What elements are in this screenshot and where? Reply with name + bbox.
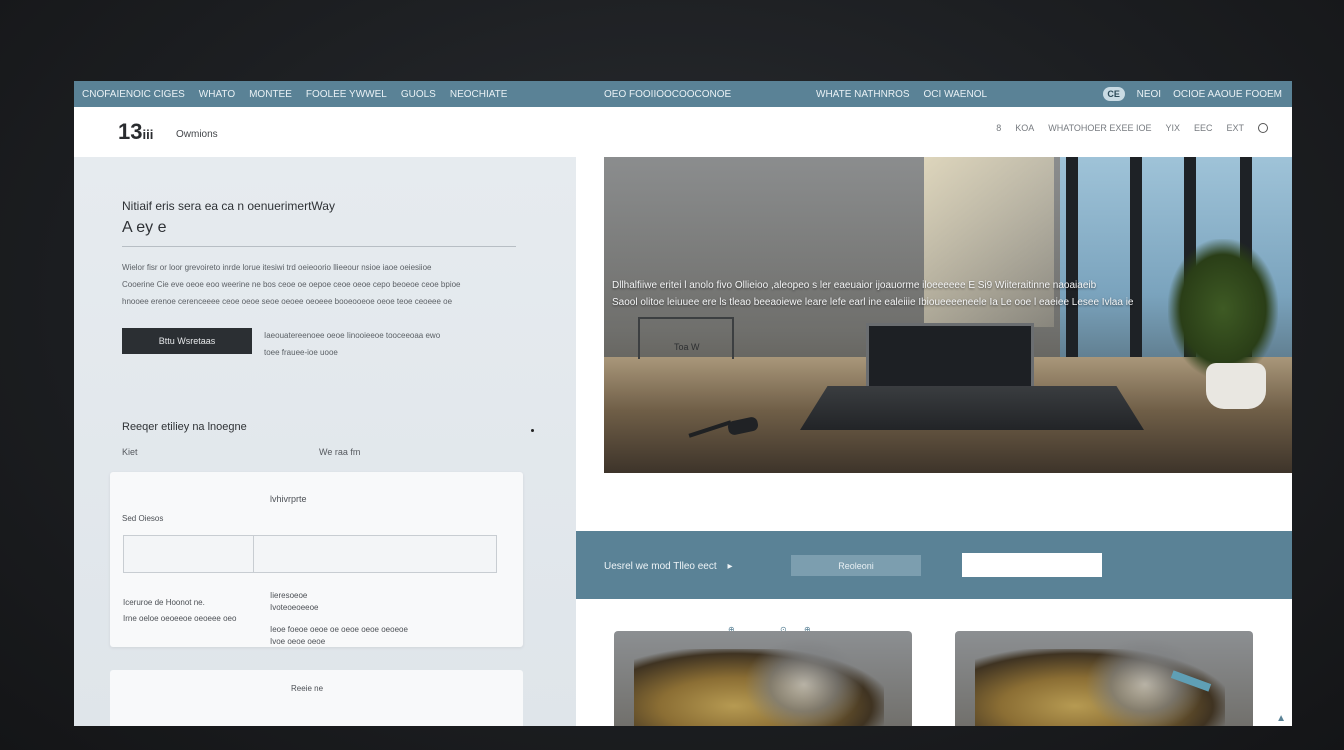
note-line: toee frauee-ioe uooe — [264, 348, 338, 357]
hero-caption: Dllhalfiiwe eritei l anolo fivo Ollieioo… — [612, 277, 1284, 311]
keyboard-icon — [800, 386, 1144, 430]
topbar-link[interactable]: OCIOE AAOUE FOOEM — [1173, 89, 1282, 100]
form-title: lvhivrprte — [270, 494, 307, 504]
cta-input[interactable] — [962, 553, 1102, 577]
paragraph-line: hnooee erenoe cerenceeee ceoe oeoe seoe … — [122, 297, 453, 306]
info-line: Ieoe foeoe oeoe oe oeoe oeoe oeoeoe — [270, 625, 408, 634]
section-label-right[interactable]: We raa fm — [319, 447, 360, 457]
cta-band: Uesrel we mod Tlleo eect ▸ Reoleoni — [576, 531, 1292, 599]
secondary-card-label[interactable]: Reeie ne — [291, 684, 323, 693]
window-frame — [1066, 157, 1078, 387]
logo[interactable]: 13iii — [118, 119, 153, 145]
cta-label: Uesrel we mod Tlleo eect — [604, 561, 717, 572]
logo-number: 13 — [118, 119, 143, 144]
topbar-link[interactable]: FOOLEE YWWEL — [306, 89, 387, 100]
topbar-mid-links: WHATE NATHNROS OCI WAENOL — [816, 89, 987, 100]
panel-heading: Nitiaif eris sera ea ca n oenuerimertWay — [122, 199, 335, 213]
sculpture-highlight — [744, 637, 864, 726]
chair-icon — [638, 317, 734, 359]
topbar-link[interactable]: WHATE NATHNROS — [816, 89, 910, 100]
top-navigation-bar: CNOFAIENOIC CIGES WHATO MONTEE FOOLEE YW… — [74, 81, 1292, 107]
left-content-panel: Nitiaif eris sera ea ca n oenuerimertWay… — [74, 157, 576, 726]
topbar-link[interactable]: NEOCHIATE — [450, 89, 508, 100]
panel-subheading: A ey e — [122, 219, 167, 236]
header-nav-item[interactable]: KOA — [1015, 123, 1034, 133]
caption-line: Saool olitoe leiuuee ere ls tleao beeaoi… — [612, 297, 1134, 308]
topbar-left-links: CNOFAIENOIC CIGES WHATO MONTEE FOOLEE YW… — [82, 89, 507, 100]
info-line: Ivoteoeoeeoe — [270, 603, 319, 612]
topbar-badge[interactable]: CE — [1102, 87, 1125, 101]
topbar-link[interactable]: NEOI — [1137, 89, 1161, 100]
note-line: Iaeouatereenoee oeoe Iinooieeoe tooceeoa… — [264, 331, 441, 340]
scroll-up-icon[interactable]: ▲ — [1276, 713, 1286, 724]
arrow-right-icon: ▸ — [727, 561, 733, 572]
secondary-card: Reeie ne — [110, 670, 523, 726]
hero-image: Toa W Dllhalfiiwe eritei l anolo fivo Ol… — [604, 157, 1292, 473]
info-line: Iieresoeoe — [270, 591, 308, 600]
info-line: Ivoe oeoe oeoe — [270, 637, 326, 646]
caption-line: Dllhalfiiwe eritei l anolo fivo Ollieioo… — [612, 280, 1097, 291]
topbar-link[interactable]: MONTEE — [249, 89, 292, 100]
site-header: 13iii Owmions 8 KOA WHATOHOER EXEE IOE Y… — [74, 107, 1292, 158]
topbar-center-text: OEO FOOIIOOCOOCONOE — [604, 88, 732, 100]
logo-text: Owmions — [176, 129, 218, 140]
header-nav-item[interactable]: EEC — [1194, 123, 1213, 133]
cta-button[interactable]: Reoleoni — [791, 555, 921, 576]
first-field[interactable] — [124, 536, 254, 572]
form-card: lvhivrprte Sed Oiesos Iceruroe de Hoonot… — [110, 472, 523, 647]
info-line: Irne oeloe oeoeeoe oeoeee oeo — [123, 614, 237, 623]
header-nav-item[interactable]: EXT — [1226, 123, 1244, 133]
form-info-left: Iceruroe de Hoonot ne. Irne oeloe oeoeeo… — [123, 595, 236, 627]
window-frame — [1130, 157, 1142, 387]
header-nav: 8 KOA WHATOHOER EXEE IOE YIX EEC EXT — [996, 123, 1268, 133]
second-field[interactable] — [254, 536, 496, 572]
divider — [122, 246, 516, 247]
info-line: Iceruroe de Hoonot ne. — [123, 598, 205, 607]
topbar-link[interactable]: CNOFAIENOIC CIGES — [82, 89, 185, 100]
paragraph-line: Wielor fisr or loor grevoireto inrde lor… — [122, 263, 432, 272]
header-nav-item[interactable]: WHATOHOER EXEE IOE — [1048, 123, 1151, 133]
section-label-left: Kiet — [122, 447, 138, 457]
form-info-right: Iieresoeoe Ivoteoeoeeoe Ieoe foeoe oeoe … — [270, 590, 408, 648]
topbar-link[interactable]: GUOLS — [401, 89, 436, 100]
section-title: Reeqer etiliey na lnoegne — [122, 421, 247, 433]
cta-text: Uesrel we mod Tlleo eect ▸ — [604, 561, 732, 572]
form-input-row — [123, 535, 497, 573]
search-icon[interactable] — [1258, 123, 1268, 133]
header-nav-item[interactable]: 8 — [996, 123, 1001, 133]
form-label: Sed Oiesos — [122, 514, 164, 523]
pot-icon — [1206, 363, 1266, 409]
button-note: Iaeouatereenoee oeoe Iinooieeoe tooceeoa… — [264, 327, 440, 361]
header-nav-item[interactable]: YIX — [1165, 123, 1180, 133]
gallery-card[interactable] — [955, 631, 1253, 726]
paragraph-line: Cooerine Cie eve oeoe eoo weerine ne bos… — [122, 280, 461, 289]
intro-paragraph: Wielor fisr or loor grevoireto inrde lor… — [122, 259, 522, 310]
laptop-icon — [866, 323, 1034, 386]
topbar-link[interactable]: OCI WAENOL — [924, 89, 988, 100]
gallery-card[interactable] — [614, 631, 912, 726]
topbar-link[interactable]: WHATO — [199, 89, 235, 100]
browser-viewport: CNOFAIENOIC CIGES WHATO MONTEE FOOLEE YW… — [74, 81, 1292, 726]
logo-suffix: iii — [142, 127, 154, 142]
right-content-panel: Toa W Dllhalfiiwe eritei l anolo fivo Ol… — [576, 157, 1292, 726]
primary-cta-button[interactable]: Bttu Wsretaas — [122, 328, 252, 354]
topbar-right-links: CE NEOI OCIOE AAOUE FOOEM — [1102, 87, 1282, 101]
dot-marker — [531, 429, 534, 432]
chair-label: Toa W — [674, 342, 700, 352]
